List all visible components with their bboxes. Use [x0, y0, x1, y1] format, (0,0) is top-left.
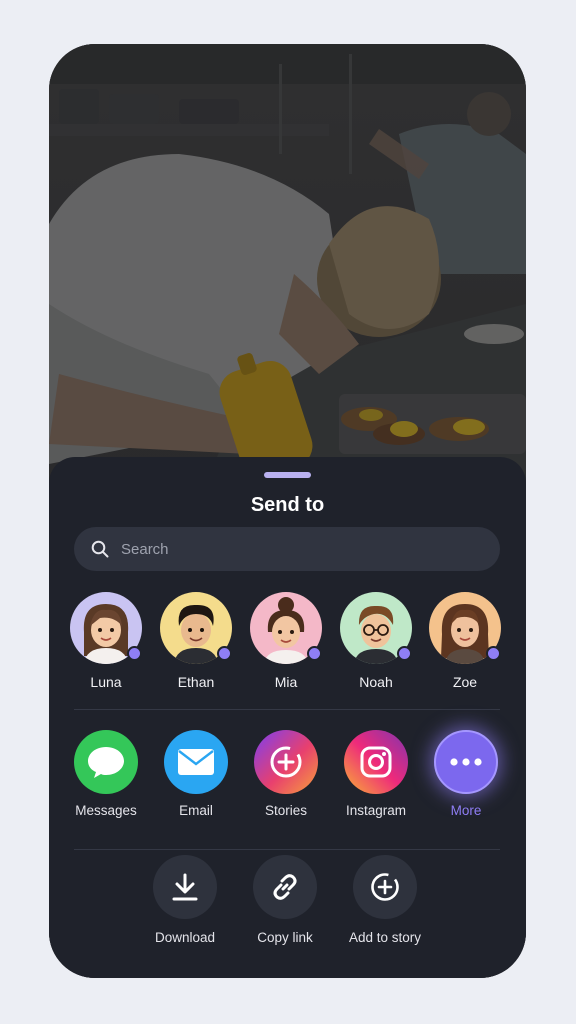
share-sheet: Send to Search Luna Ethan Mia Noah Zoe M…: [49, 457, 526, 978]
contact-name: Ethan: [177, 674, 215, 690]
divider: [74, 709, 500, 710]
app-label: Email: [179, 803, 213, 818]
contact-name: Zoe: [452, 674, 478, 690]
envelope-icon: [164, 730, 228, 794]
add-to-story-button[interactable]: Add to story: [330, 855, 440, 945]
contact-name: Luna: [90, 674, 122, 690]
contact-mia[interactable]: Mia: [241, 592, 331, 690]
add-story-icon: [353, 855, 417, 919]
app-label: Stories: [264, 803, 308, 818]
online-indicator: [486, 646, 501, 661]
download-icon: [153, 855, 217, 919]
app-label: Messages: [75, 803, 137, 818]
action-label: Add to story: [348, 930, 422, 945]
link-icon: [253, 855, 317, 919]
divider: [74, 849, 500, 850]
story-plus-icon: [254, 730, 318, 794]
app-messages[interactable]: Messages: [58, 730, 154, 818]
search-bar[interactable]: [74, 527, 500, 571]
app-more[interactable]: More: [418, 730, 514, 818]
online-indicator: [127, 646, 142, 661]
download-button[interactable]: Download: [130, 855, 240, 945]
contact-noah[interactable]: Noah: [331, 592, 421, 690]
action-label: Copy link: [257, 930, 313, 945]
sheet-title: Send to: [250, 494, 325, 516]
app-instagram[interactable]: Instagram: [328, 730, 424, 818]
app-label: Instagram: [345, 803, 407, 818]
online-indicator: [217, 646, 232, 661]
contact-name: Noah: [359, 674, 393, 690]
avatar: [340, 592, 412, 664]
search-icon: [91, 540, 109, 558]
apps-row: Messages Email Stories Instagram More: [49, 730, 526, 830]
contact-ethan[interactable]: Ethan: [151, 592, 241, 690]
search-input[interactable]: [121, 527, 481, 571]
actions-row: Download Copy link Add to story: [49, 855, 526, 965]
contact-zoe[interactable]: Zoe: [420, 592, 510, 690]
copy-link-button[interactable]: Copy link: [230, 855, 340, 945]
app-email[interactable]: Email: [148, 730, 244, 818]
instagram-icon: [344, 730, 408, 794]
contact-luna[interactable]: Luna: [61, 592, 151, 690]
online-indicator: [307, 646, 322, 661]
online-indicator: [397, 646, 412, 661]
action-label: Download: [154, 930, 216, 945]
app-stories[interactable]: Stories: [238, 730, 334, 818]
contact-name: Mia: [274, 674, 298, 690]
app-label: More: [450, 803, 482, 818]
avatar: [70, 592, 142, 664]
avatar: [429, 592, 501, 664]
phone-frame: Send to Search Luna Ethan Mia Noah Zoe M…: [49, 44, 526, 978]
sheet-grabber[interactable]: [264, 472, 311, 478]
speech-bubble-icon: [74, 730, 138, 794]
contacts-row: Luna Ethan Mia Noah Zoe: [49, 592, 526, 692]
avatar: [250, 592, 322, 664]
avatar: [160, 592, 232, 664]
more-dots-icon: [434, 730, 498, 794]
